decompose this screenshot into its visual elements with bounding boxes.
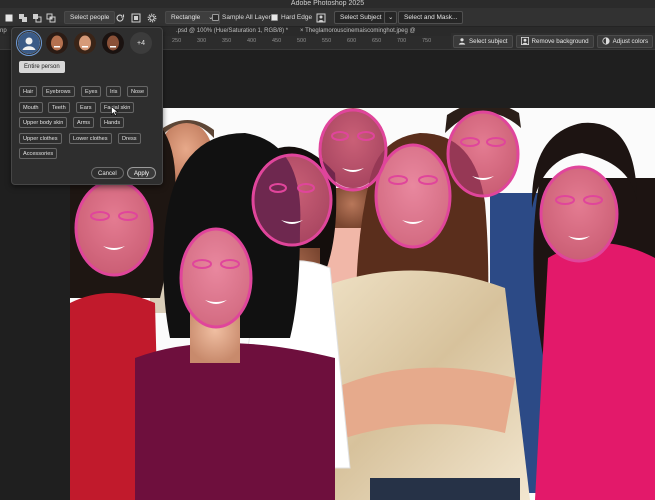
refresh-icon[interactable]	[115, 13, 125, 23]
entire-person-button[interactable]: Entire person	[19, 61, 65, 73]
remove-background-label: Remove background	[531, 37, 589, 45]
ruler-tick: 700	[397, 38, 407, 44]
add-selection-icon[interactable]	[18, 13, 28, 23]
ruler-tick: 500	[297, 38, 307, 44]
ruler-tick: 750	[422, 38, 432, 44]
person-avatar-1[interactable]	[46, 32, 68, 54]
hard-edge-checkbox[interactable]	[271, 14, 278, 21]
part-nose[interactable]: Nose	[127, 86, 149, 97]
sample-all-layers-option[interactable]: Sample All Layers	[212, 11, 274, 24]
ruler-tick: 550	[322, 38, 332, 44]
mouse-cursor-icon	[111, 106, 119, 116]
person-avatar-2[interactable]	[74, 32, 96, 54]
part-lower-clothes[interactable]: Lower clothes	[69, 133, 112, 144]
person-avatar-3[interactable]	[102, 32, 124, 54]
tab-document-2[interactable]: .psd @ 100% (Hue/Saturation 1, RGB/8) *	[176, 27, 288, 36]
ruler-tick: 350	[222, 38, 232, 44]
sample-all-layers-checkbox[interactable]	[212, 14, 219, 21]
adjust-colors-icon	[602, 37, 610, 45]
sample-all-layers-label: Sample All Layers	[222, 14, 275, 21]
remove-background-icon	[520, 37, 529, 45]
tab-document-1[interactable]: np	[0, 27, 7, 36]
select-subject-dropdown[interactable]: ⌄	[384, 11, 398, 24]
select-and-mask-button[interactable]: Select and Mask...	[398, 11, 464, 24]
object-finder-icon[interactable]	[131, 13, 141, 23]
cancel-button[interactable]: Cancel	[91, 167, 124, 179]
more-people-button[interactable]: +4	[130, 32, 152, 54]
part-accessories[interactable]: Accessories	[19, 148, 58, 159]
select-subject-task-label: Select subject	[469, 37, 508, 45]
part-eyebrows[interactable]: Eyebrows	[42, 86, 75, 97]
part-hands[interactable]: Hands	[100, 117, 125, 128]
ruler-tick: 600	[347, 38, 357, 44]
new-selection-icon[interactable]	[4, 13, 14, 23]
part-upper-body-skin[interactable]: Upper body skin	[19, 117, 68, 128]
apply-button[interactable]: Apply	[127, 167, 157, 179]
select-people-button[interactable]: Select people	[64, 11, 116, 24]
part-mouth[interactable]: Mouth	[19, 102, 43, 113]
select-subject-icon[interactable]	[316, 13, 326, 23]
person-thumbnails: +4	[16, 30, 152, 56]
chevron-down-icon[interactable]: ⌄	[384, 11, 398, 24]
ruler-tick: 300	[197, 38, 207, 44]
ruler-tick: 400	[247, 38, 257, 44]
part-iris[interactable]: Iris	[106, 86, 122, 97]
refresh-group	[115, 11, 157, 24]
remove-background-button[interactable]: Remove background	[515, 34, 594, 48]
person-thumbnail-icon	[102, 32, 124, 54]
hard-edge-label: Hard Edge	[281, 14, 313, 21]
hard-edge-option[interactable]: Hard Edge	[271, 11, 312, 24]
select-and-mask-wrapper: Select and Mask...	[398, 11, 464, 24]
options-bar: Select people Rectangle ⌄ Sample All Lay…	[0, 8, 655, 27]
intersect-selection-icon[interactable]	[46, 13, 56, 23]
person-icon	[18, 32, 40, 54]
gear-icon[interactable]	[147, 13, 157, 23]
select-people-panel: +4 Entire person Hair Eyebrows Eyes Iris…	[11, 27, 163, 185]
part-teeth[interactable]: Teeth	[48, 102, 70, 113]
tool-mode-group	[4, 11, 56, 24]
ruler-tick: 250	[172, 38, 182, 44]
ruler-tick: 450	[272, 38, 282, 44]
contextual-task-bar: Select subject Remove background Adjust …	[451, 33, 655, 49]
adjust-colors-label: Adjust colors	[612, 37, 649, 45]
part-ears[interactable]: Ears	[76, 102, 96, 113]
select-people-dropdown[interactable]: Select people	[64, 11, 116, 24]
person-thumbnail-icon	[46, 32, 68, 54]
part-hair[interactable]: Hair	[19, 86, 38, 97]
tab-document-3[interactable]: × Theglamorouscinemaiscominghot.jpeg @	[300, 27, 416, 36]
subject-icon-group	[316, 11, 326, 24]
part-dress[interactable]: Dress	[118, 133, 141, 144]
mode-select-label: Rectangle	[171, 14, 201, 21]
title-bar: Adobe Photoshop 2025	[0, 0, 655, 8]
adjust-colors-button[interactable]: Adjust colors	[596, 34, 654, 48]
part-eyes[interactable]: Eyes	[81, 86, 102, 97]
select-subject-task-button[interactable]: Select subject	[453, 34, 513, 48]
all-people-avatar[interactable]	[16, 30, 42, 56]
part-upper-clothes[interactable]: Upper clothes	[19, 133, 62, 144]
ruler-tick: 650	[372, 38, 382, 44]
window-title: Adobe Photoshop 2025	[290, 0, 365, 7]
person-icon	[458, 38, 466, 45]
subtract-selection-icon[interactable]	[32, 13, 42, 23]
part-arms[interactable]: Arms	[73, 117, 95, 128]
person-thumbnail-icon	[74, 32, 96, 54]
select-subject-wrapper: Select Subject	[334, 11, 388, 24]
select-subject-button[interactable]: Select Subject	[334, 11, 388, 24]
